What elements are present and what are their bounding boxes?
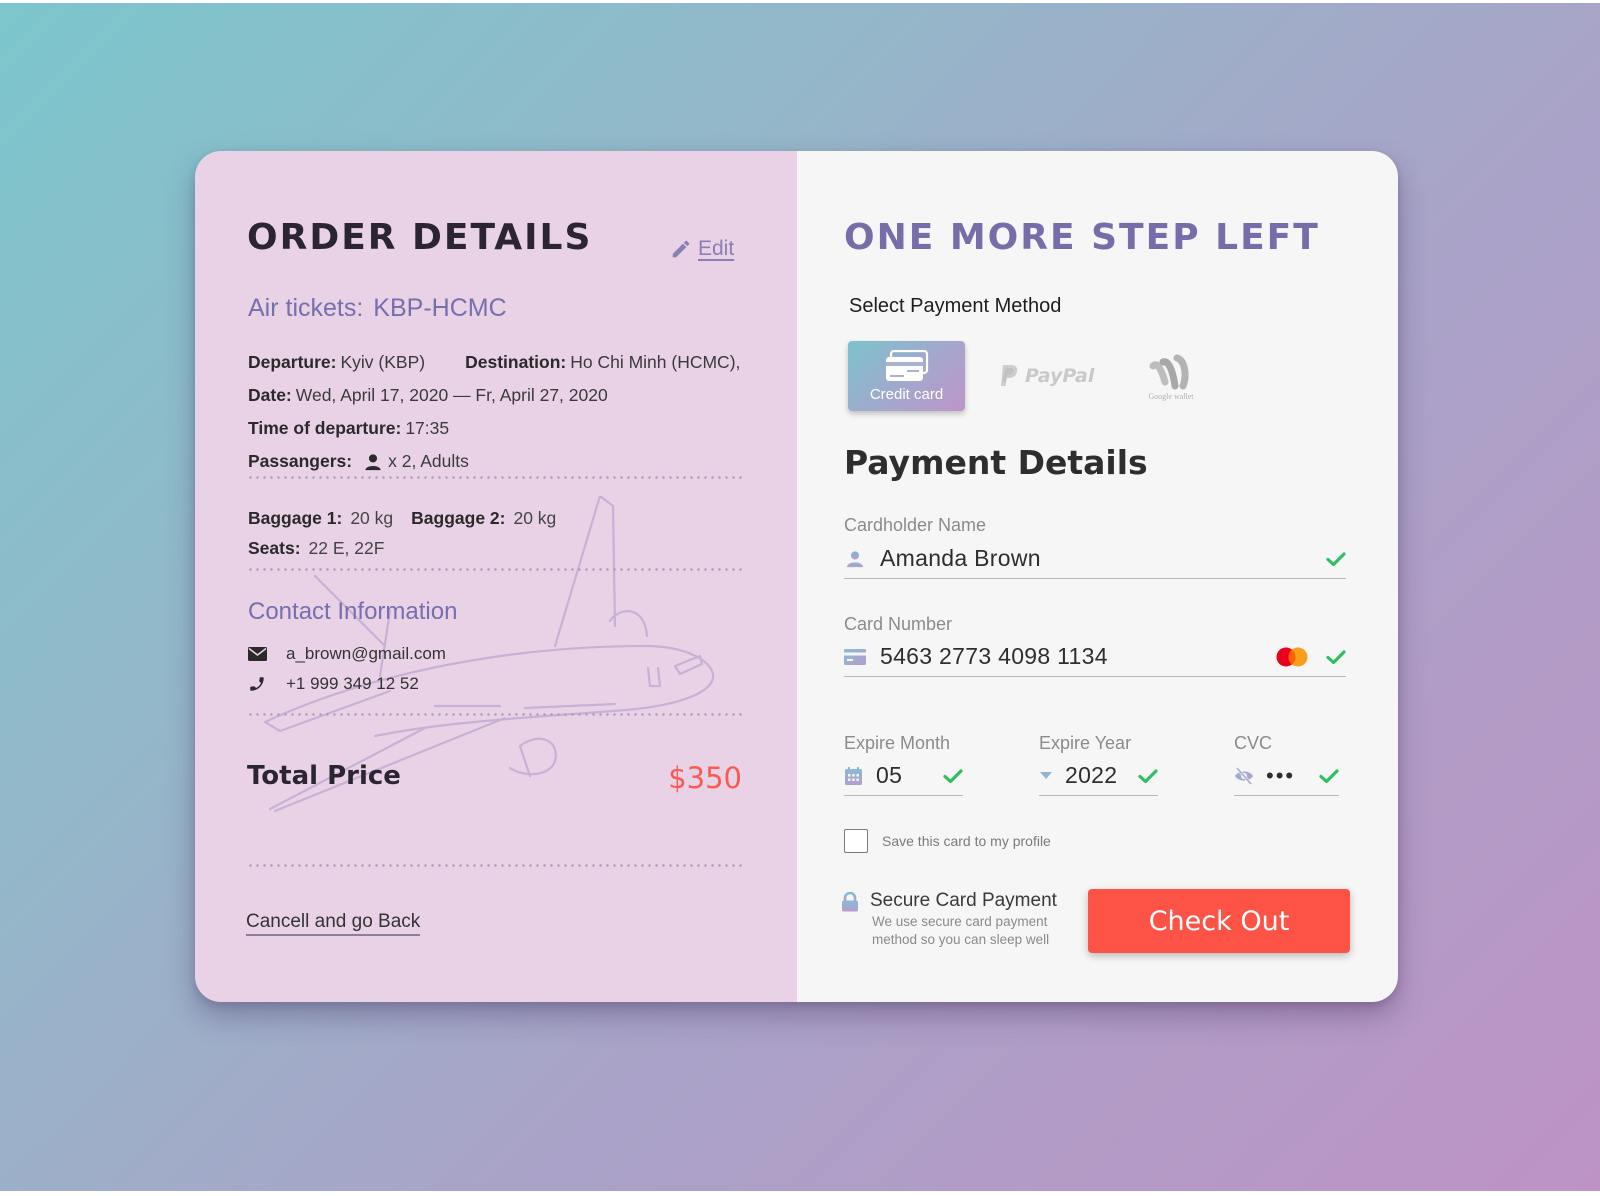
seats-label: Seats:	[248, 537, 301, 558]
baggage1-value: 20 kg	[350, 507, 394, 528]
payment-panel: ONE MORE STEP LEFT Select Payment Method…	[797, 151, 1398, 1002]
flight-details: Departure: Kyiv (KBP) Destination: Ho Ch…	[248, 346, 740, 478]
order-details-panel: ORDER DETAILS Edit Air tickets: KBP-HCMC …	[195, 151, 797, 1002]
expire-month-input[interactable]: 05	[844, 756, 963, 796]
air-tickets-heading: Air tickets: KBP-HCMC	[248, 294, 507, 323]
calendar-icon	[844, 766, 862, 785]
envelope-icon	[248, 647, 267, 661]
air-tickets-label: Air tickets:	[248, 294, 364, 322]
user-icon	[846, 550, 864, 567]
time-label: Time of departure:	[248, 418, 402, 438]
divider	[247, 568, 745, 571]
payment-method-paypal[interactable]: PayPal	[999, 364, 1094, 388]
mastercard-icon	[1276, 647, 1308, 667]
baggage-details: Baggage 1: 20 kg Baggage 2: 20 kg Seats:…	[248, 503, 556, 563]
lock-icon	[842, 892, 858, 912]
valid-check-icon	[943, 768, 963, 784]
email-row: a_brown@gmail.com	[248, 639, 446, 669]
edit-label: Edit	[698, 237, 735, 260]
expire-year-value: 2022	[1065, 762, 1118, 788]
card-icon	[844, 648, 866, 665]
passengers-row: Passangers: x 2, Adults	[248, 445, 740, 478]
save-card-checkbox[interactable]: Save this card to my profile	[844, 829, 1051, 853]
baggage-row: Baggage 1: 20 kg Baggage 2: 20 kg	[248, 503, 556, 533]
valid-check-icon	[1326, 551, 1346, 567]
cvc-value: •••	[1266, 762, 1296, 788]
expire-month-label: Expire Month	[844, 733, 951, 753]
payment-method-google-wallet[interactable]: Google wallet	[1148, 352, 1194, 401]
cancel-and-go-back-link[interactable]: Cancell and go Back	[246, 911, 421, 936]
dropdown-caret-icon	[1040, 772, 1052, 779]
pencil-icon	[672, 240, 690, 258]
payment-details-title: Payment Details	[844, 443, 1148, 482]
departure-value: Kyiv (KBP)	[340, 352, 426, 372]
expire-year-label: Expire Year	[1039, 733, 1132, 753]
card-number-value: 5463 2773 4098 1134	[880, 643, 1108, 669]
time-row: Time of departure: 17:35	[248, 412, 740, 445]
order-details-title: ORDER DETAILS	[247, 217, 593, 258]
checkout-card: ORDER DETAILS Edit Air tickets: KBP-HCMC …	[195, 151, 1398, 1002]
select-payment-method-label: Select Payment Method	[849, 295, 1062, 317]
baggage2-label: Baggage 2:	[411, 507, 506, 528]
divider	[247, 864, 745, 867]
person-icon	[365, 453, 381, 470]
departure-row: Departure: Kyiv (KBP) Destination: Ho Ch…	[248, 346, 740, 379]
seats-row: Seats: 22 E, 22F	[248, 533, 556, 563]
google-wallet-logo	[1149, 354, 1189, 389]
date-label: Date:	[248, 385, 292, 405]
email-value: a_brown@gmail.com	[286, 644, 446, 663]
cvc-label: CVC	[1234, 733, 1273, 753]
destination-label: Destination:	[465, 352, 567, 372]
time-value: 17:35	[405, 418, 450, 438]
expire-year-select[interactable]: 2022	[1039, 756, 1158, 796]
destination-value: Ho Chi Minh (HCMC),	[570, 352, 741, 372]
edit-button[interactable]: Edit	[670, 237, 734, 261]
divider	[247, 476, 745, 479]
card-number-label: Card Number	[844, 614, 953, 634]
check-out-button[interactable]: Check Out	[1088, 889, 1350, 953]
date-value: Wed, April 17, 2020 — Fr, April 27, 2020	[295, 385, 608, 405]
credit-card-icon	[885, 349, 928, 381]
eye-slash-icon[interactable]	[1234, 766, 1254, 785]
checkbox-box[interactable]	[844, 829, 868, 853]
passengers-label: Passangers:	[248, 451, 353, 471]
paypal-label: PayPal	[1025, 365, 1095, 387]
expire-month-value: 05	[876, 762, 903, 788]
google-wallet-label: Google wallet	[1148, 391, 1194, 401]
date-row: Date: Wed, April 17, 2020 — Fr, April 27…	[248, 379, 740, 412]
paypal-logo	[1001, 365, 1018, 386]
secure-payment-line-2: method so you can sleep well	[872, 932, 1050, 947]
cardholder-name-label: Cardholder Name	[844, 515, 987, 535]
seats-value: 22 E, 22F	[308, 537, 385, 558]
divider	[247, 713, 745, 716]
secure-payment-info: Secure Card Payment We use secure card p…	[841, 890, 1057, 948]
secure-payment-title: Secure Card Payment	[870, 890, 1057, 911]
cardholder-name-value: Amanda Brown	[880, 545, 1041, 571]
payment-method-credit-card[interactable]: Credit card	[848, 341, 965, 411]
phone-row: +1 999 349 12 52	[248, 669, 446, 699]
baggage2-value: 20 kg	[513, 507, 557, 528]
total-price-value: $350	[668, 761, 742, 795]
secure-payment-line-1: We use secure card payment	[872, 914, 1048, 929]
payment-method-selector: Credit card PayPal Google wallet	[848, 341, 1194, 411]
departure-label: Departure:	[248, 352, 337, 372]
baggage1-label: Baggage 1:	[248, 507, 343, 528]
cvc-input[interactable]: •••	[1234, 756, 1339, 796]
save-card-label: Save this card to my profile	[882, 833, 1051, 849]
payment-panel-title: ONE MORE STEP LEFT	[844, 217, 1320, 258]
valid-check-icon	[1319, 768, 1339, 784]
contact-info-title: Contact Information	[248, 598, 458, 625]
total-price-label: Total Price	[247, 761, 401, 791]
phone-value: +1 999 349 12 52	[286, 674, 419, 693]
card-number-input[interactable]: 5463 2773 4098 1134	[844, 637, 1346, 677]
passengers-value: x 2, Adults	[388, 451, 469, 471]
valid-check-icon	[1138, 768, 1158, 784]
contact-info: a_brown@gmail.com +1 999 349 12 52	[248, 639, 446, 699]
cardholder-name-input[interactable]: Amanda Brown	[844, 539, 1346, 579]
credit-card-label: Credit card	[869, 385, 944, 403]
phone-icon	[250, 677, 264, 691]
air-tickets-route: KBP-HCMC	[373, 294, 507, 322]
valid-check-icon	[1326, 649, 1346, 665]
